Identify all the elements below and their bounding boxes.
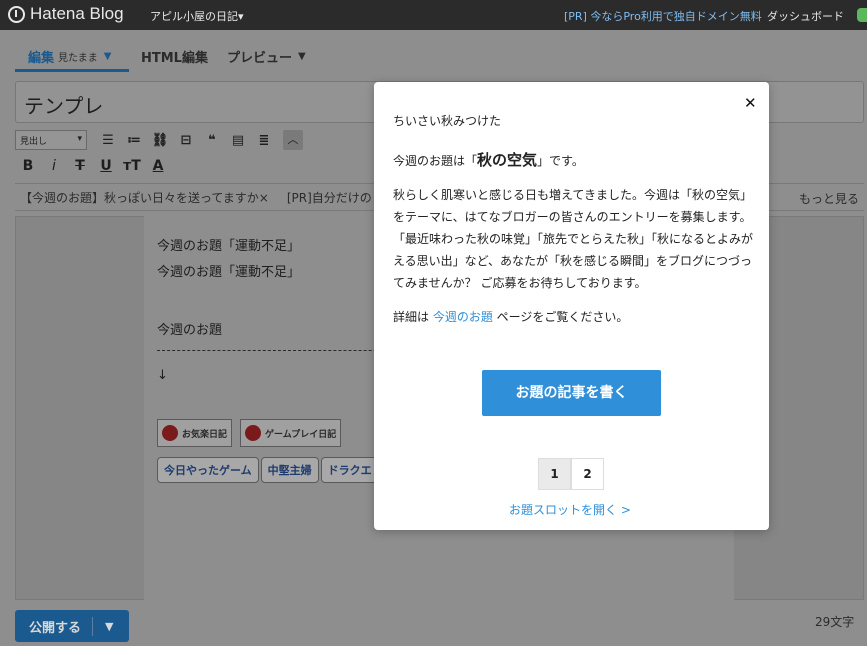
caret-down-icon: ▾ bbox=[77, 134, 82, 144]
heading-style-value: 見出し bbox=[20, 137, 48, 147]
topic-description: 秋らしく肌寒いと感じる日も増えてきました。今週は「秋の空気」をテーマに、はてなブ… bbox=[393, 188, 754, 290]
weekly-topic-page-link[interactable]: 今週のお題 bbox=[433, 310, 493, 324]
italic-icon[interactable]: i bbox=[41, 158, 67, 174]
weekly-topic-link[interactable]: 【今週のお題】秋っぽい日々を送ってますか× bbox=[20, 189, 269, 206]
bold-icon[interactable]: B bbox=[15, 158, 41, 174]
top-bar: Hatena Blog アピル小屋の日記▾ [PR] 今ならPro利用で独自ドメ… bbox=[0, 0, 867, 30]
char-count: 29文字 bbox=[815, 615, 855, 629]
hatena-logo-icon bbox=[8, 5, 25, 23]
underline-icon[interactable]: U bbox=[93, 158, 119, 174]
user-avatar[interactable] bbox=[857, 8, 867, 22]
write-topic-entry-button[interactable]: お題の記事を書く bbox=[482, 370, 661, 416]
detail-text: 詳細は 今週のお題 ページをご覧ください。 bbox=[393, 308, 749, 325]
tab-edit[interactable]: 編集 見たまま ▼ bbox=[28, 47, 111, 66]
category-banner[interactable]: 中堅主婦 bbox=[260, 457, 319, 483]
more-topics-link[interactable]: もっと見る bbox=[799, 190, 859, 207]
open-topic-slot-link[interactable]: お題スロットを開く > bbox=[509, 501, 631, 518]
format-toolbar-row2: B i T U тT A bbox=[15, 155, 171, 177]
chevron-down-icon: ▼ bbox=[103, 51, 112, 62]
week-topic: 秋の空気 bbox=[477, 151, 538, 169]
publish-button[interactable]: 公開する ▼ bbox=[15, 610, 129, 642]
modal-label: ちいさい秋みつけた bbox=[393, 114, 502, 128]
read-more-icon[interactable]: ≣ bbox=[251, 133, 277, 148]
pr-topic-link[interactable]: [PR]自分だけの bbox=[287, 189, 372, 206]
table-icon[interactable]: ▤ bbox=[225, 133, 251, 148]
tab-preview-label: プレビュー bbox=[227, 51, 293, 66]
blog-name-label: アピル小屋の日記 bbox=[150, 10, 238, 23]
dashboard-link[interactable]: ダッシュボード bbox=[767, 8, 844, 24]
tab-preview[interactable]: プレビュー ▼ bbox=[227, 47, 306, 66]
pagination: 1 2 bbox=[538, 458, 604, 490]
tab-html-edit[interactable]: HTML編集 bbox=[141, 47, 208, 66]
active-tab-indicator bbox=[15, 69, 129, 72]
banner-label: お気楽日記 bbox=[182, 429, 228, 440]
category-banner[interactable]: ドラクエ bbox=[320, 457, 379, 483]
blog-name-menu[interactable]: アピル小屋の日記▾ bbox=[150, 8, 244, 24]
heading-style-select[interactable]: 見出し ▾ bbox=[15, 130, 87, 150]
text-color-icon[interactable]: A bbox=[145, 158, 171, 174]
ranking-logo-icon bbox=[245, 425, 262, 441]
ranking-banner[interactable]: ゲームプレイ日記 bbox=[240, 419, 342, 447]
weekly-topic-heading: 今週のお題は「秋の空気」です。 bbox=[393, 149, 749, 170]
page-2-button[interactable]: 2 bbox=[571, 458, 604, 490]
page-1-button[interactable]: 1 bbox=[538, 458, 571, 490]
detail-prefix: 詳細は bbox=[393, 310, 433, 324]
editor-tabs: 編集 見たまま ▼ HTML編集 プレビュー ▼ bbox=[0, 30, 867, 72]
page-break-icon[interactable]: ⊟ bbox=[173, 133, 199, 148]
tab-edit-label: 編集 bbox=[28, 51, 55, 66]
numbered-list-icon[interactable]: ≔ bbox=[121, 133, 147, 148]
format-toolbar: 見出し ▾ ☰ ≔ ⛓ ⊟ ❝ ▤ ≣ ︿ bbox=[15, 128, 303, 152]
bullet-list-icon[interactable]: ☰ bbox=[95, 133, 121, 148]
pro-promo-link[interactable]: [PR] 今ならPro利用で独自ドメイン無料 bbox=[564, 8, 762, 24]
close-icon[interactable]: ✕ bbox=[744, 94, 757, 112]
week-prefix: 今週のお題は「 bbox=[393, 154, 478, 168]
ranking-logo-icon bbox=[162, 425, 178, 441]
detail-suffix: ページをご覧ください。 bbox=[492, 310, 629, 324]
logo-text: Hatena Blog bbox=[30, 4, 124, 23]
font-size-icon[interactable]: тT bbox=[119, 158, 145, 174]
banner-label: ゲームプレイ日記 bbox=[265, 429, 337, 440]
week-suffix: 」です。 bbox=[537, 154, 584, 168]
publish-label: 公開する bbox=[15, 616, 93, 636]
weekly-topic-modal: ✕ ちいさい秋みつけた 今週のお題は「秋の空気」です。 秋らしく肌寒いと感じる日… bbox=[374, 82, 769, 530]
category-banner[interactable]: 今日やったゲーム bbox=[157, 457, 259, 483]
ranking-banner[interactable]: お気楽日記 bbox=[157, 419, 233, 447]
quote-icon[interactable]: ❝ bbox=[199, 133, 225, 148]
tab-edit-mode: 見たまま bbox=[58, 53, 98, 64]
strikethrough-icon[interactable]: T bbox=[67, 158, 93, 174]
caret-down-icon: ▾ bbox=[238, 10, 244, 23]
hatena-blog-logo[interactable]: Hatena Blog bbox=[8, 4, 124, 24]
chevron-down-icon[interactable]: ▼ bbox=[93, 620, 113, 633]
collapse-up-icon[interactable]: ︿ bbox=[283, 130, 303, 150]
chevron-down-icon: ▼ bbox=[298, 51, 306, 62]
link-icon[interactable]: ⛓ bbox=[147, 133, 173, 148]
